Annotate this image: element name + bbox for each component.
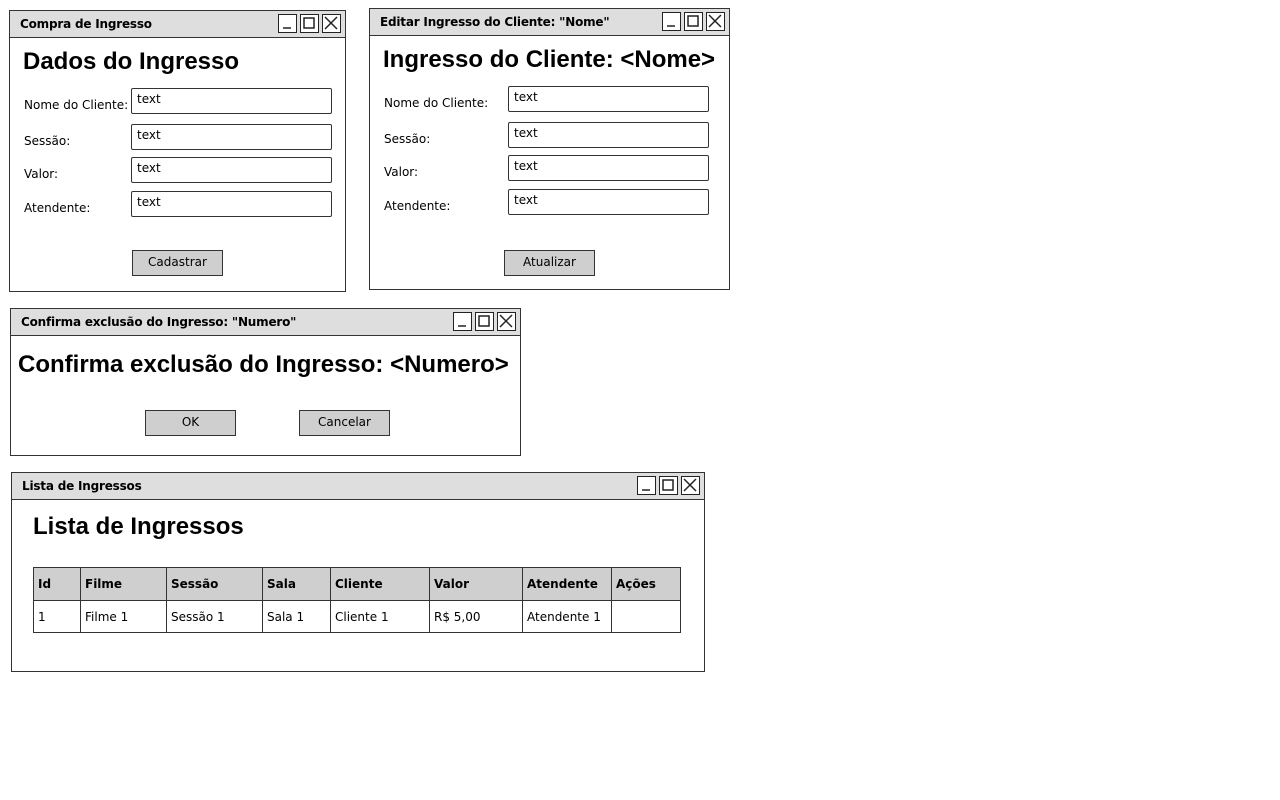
- ingressos-table: Id Filme Sessão Sala Cliente Valor Atend…: [33, 567, 681, 633]
- editar-window: Editar Ingresso do Cliente: "Nome" Ingre…: [369, 8, 730, 290]
- compra-heading: Dados do Ingresso: [23, 48, 240, 75]
- cadastrar-button[interactable]: Cadastrar: [132, 250, 223, 276]
- editar-sessao-input[interactable]: text: [508, 122, 709, 148]
- lista-heading: Lista de Ingressos: [33, 513, 244, 540]
- atualizar-button[interactable]: Atualizar: [504, 250, 595, 276]
- editar-label-atendente: Atendente:: [384, 199, 451, 213]
- cancel-button[interactable]: Cancelar: [299, 410, 390, 436]
- column-header-valor[interactable]: Valor: [429, 567, 523, 601]
- editar-valor-input[interactable]: text: [508, 155, 709, 181]
- cell-sala: Sala 1: [262, 600, 331, 633]
- confirma-heading: Confirma exclusão do Ingresso: <Numero>: [18, 351, 509, 378]
- column-header-atendente[interactable]: Atendente: [522, 567, 612, 601]
- cell-atendente: Atendente 1: [522, 600, 612, 633]
- column-header-sessao[interactable]: Sessão: [166, 567, 263, 601]
- editar-window-title: Editar Ingresso do Cliente: "Nome": [380, 15, 610, 29]
- compra-label-sessao: Sessão:: [24, 134, 71, 148]
- compra-label-valor: Valor:: [24, 167, 59, 181]
- cell-cliente: Cliente 1: [330, 600, 430, 633]
- compra-titlebar: Compra de Ingresso: [10, 11, 345, 38]
- editar-heading: Ingresso do Cliente: <Nome>: [383, 46, 716, 73]
- compra-label-atendente: Atendente:: [24, 201, 91, 215]
- minimize-icon[interactable]: [662, 12, 681, 31]
- confirma-window-title: Confirma exclusão do Ingresso: "Numero": [21, 315, 297, 329]
- editar-label-sessao: Sessão:: [384, 132, 431, 146]
- minimize-icon[interactable]: [278, 14, 297, 33]
- column-header-acoes[interactable]: Ações: [611, 567, 681, 601]
- cell-id: 1: [33, 600, 81, 633]
- lista-titlebar: Lista de Ingressos: [12, 473, 704, 500]
- editar-atendente-input[interactable]: text: [508, 189, 709, 215]
- compra-window: Compra de Ingresso Dados do Ingresso Nom…: [9, 10, 346, 292]
- compra-atendente-input[interactable]: text: [131, 191, 332, 217]
- compra-window-title: Compra de Ingresso: [20, 17, 152, 31]
- confirma-titlebar: Confirma exclusão do Ingresso: "Numero": [11, 309, 520, 336]
- minimize-icon[interactable]: [637, 476, 656, 495]
- lista-window-title: Lista de Ingressos: [22, 479, 142, 493]
- cell-filme: Filme 1: [80, 600, 167, 633]
- close-icon[interactable]: [497, 312, 516, 331]
- close-icon[interactable]: [681, 476, 700, 495]
- compra-nome-input[interactable]: text: [131, 88, 332, 114]
- close-icon[interactable]: [322, 14, 341, 33]
- close-icon[interactable]: [706, 12, 725, 31]
- maximize-icon[interactable]: [475, 312, 494, 331]
- editar-titlebar: Editar Ingresso do Cliente: "Nome": [370, 9, 729, 36]
- ok-button[interactable]: OK: [145, 410, 236, 436]
- editar-label-valor: Valor:: [384, 165, 419, 179]
- column-header-id[interactable]: Id: [33, 567, 81, 601]
- compra-sessao-input[interactable]: text: [131, 124, 332, 150]
- column-header-sala[interactable]: Sala: [262, 567, 331, 601]
- lista-window: Lista de Ingressos Lista de Ingressos Id…: [11, 472, 705, 672]
- maximize-icon[interactable]: [684, 12, 703, 31]
- cell-sessao: Sessão 1: [166, 600, 263, 633]
- column-header-filme[interactable]: Filme: [80, 567, 167, 601]
- maximize-icon[interactable]: [659, 476, 678, 495]
- editar-nome-input[interactable]: text: [508, 86, 709, 112]
- table-header-row: Id Filme Sessão Sala Cliente Valor Atend…: [33, 567, 681, 601]
- compra-label-nome: Nome do Cliente:: [24, 98, 129, 112]
- confirma-window: Confirma exclusão do Ingresso: "Numero" …: [10, 308, 521, 456]
- minimize-icon[interactable]: [453, 312, 472, 331]
- compra-valor-input[interactable]: text: [131, 157, 332, 183]
- cell-acoes[interactable]: [611, 600, 681, 633]
- cell-valor: R$ 5,00: [429, 600, 523, 633]
- editar-label-nome: Nome do Cliente:: [384, 96, 489, 110]
- table-row[interactable]: 1 Filme 1 Sessão 1 Sala 1 Cliente 1 R$ 5…: [33, 600, 681, 633]
- column-header-cliente[interactable]: Cliente: [330, 567, 430, 601]
- maximize-icon[interactable]: [300, 14, 319, 33]
